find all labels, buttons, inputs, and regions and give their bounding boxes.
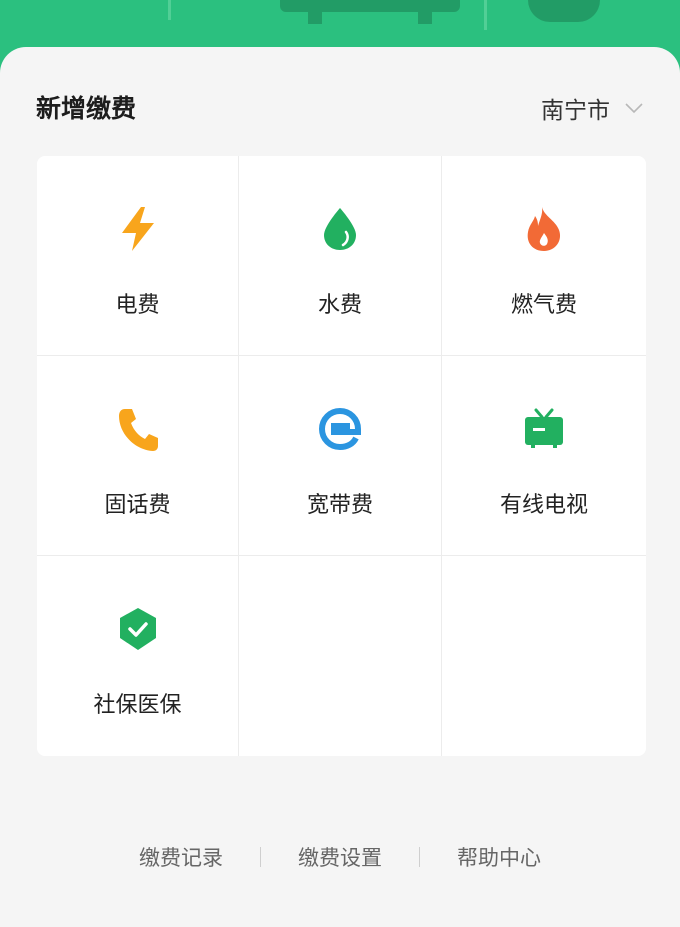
payment-item-label: 宽带费 [306,493,373,518]
browser-e-icon [318,406,362,452]
water-drop-icon [318,206,362,252]
payment-item-label: 有线电视 [499,493,588,518]
footer-links: 缴费记录 缴费设置 帮助中心 [0,837,680,877]
payment-item-label: 燃气费 [510,293,577,318]
payment-sheet: 新增缴费 南宁市 电费 水费 燃气费 固话费 宽带费 有线电视 社保医保 缴费记… [0,47,680,927]
banner-decoration [418,8,432,24]
payment-type-grid: 电费 水费 燃气费 固话费 宽带费 有线电视 社保医保 [37,156,646,756]
divider [260,847,261,867]
payment-item-label: 水费 [317,293,362,318]
payment-item-label: 社保医保 [93,693,182,718]
banner-decoration [484,0,487,30]
city-selector[interactable]: 南宁市 [541,91,644,125]
empty-grid-cell [239,556,442,756]
payment-item-electricity[interactable]: 电费 [37,156,239,356]
payment-settings-link[interactable]: 缴费设置 [298,842,382,872]
tv-icon [522,406,566,452]
city-label: 南宁市 [541,98,610,124]
payment-item-label: 固话费 [104,493,171,518]
banner-decoration [168,0,171,20]
shield-check-icon [116,606,160,652]
flame-icon [522,206,566,252]
chevron-down-icon [625,103,643,114]
payment-history-link[interactable]: 缴费记录 [139,842,223,872]
empty-grid-cell [442,556,646,756]
payment-item-landline[interactable]: 固话费 [37,356,239,556]
help-center-link[interactable]: 帮助中心 [457,842,541,872]
payment-item-water[interactable]: 水费 [239,156,442,356]
banner-decoration [528,0,600,22]
payment-item-broadband[interactable]: 宽带费 [239,356,442,556]
banner-decoration [280,0,460,12]
section-title: 新增缴费 [36,94,137,123]
divider [419,847,420,867]
payment-item-social-insurance[interactable]: 社保医保 [37,556,239,756]
lightning-icon [116,206,160,252]
banner-decoration [308,8,322,24]
phone-icon [116,406,160,452]
payment-item-gas[interactable]: 燃气费 [442,156,646,356]
payment-item-cable-tv[interactable]: 有线电视 [442,356,646,556]
payment-item-label: 电费 [115,293,160,318]
